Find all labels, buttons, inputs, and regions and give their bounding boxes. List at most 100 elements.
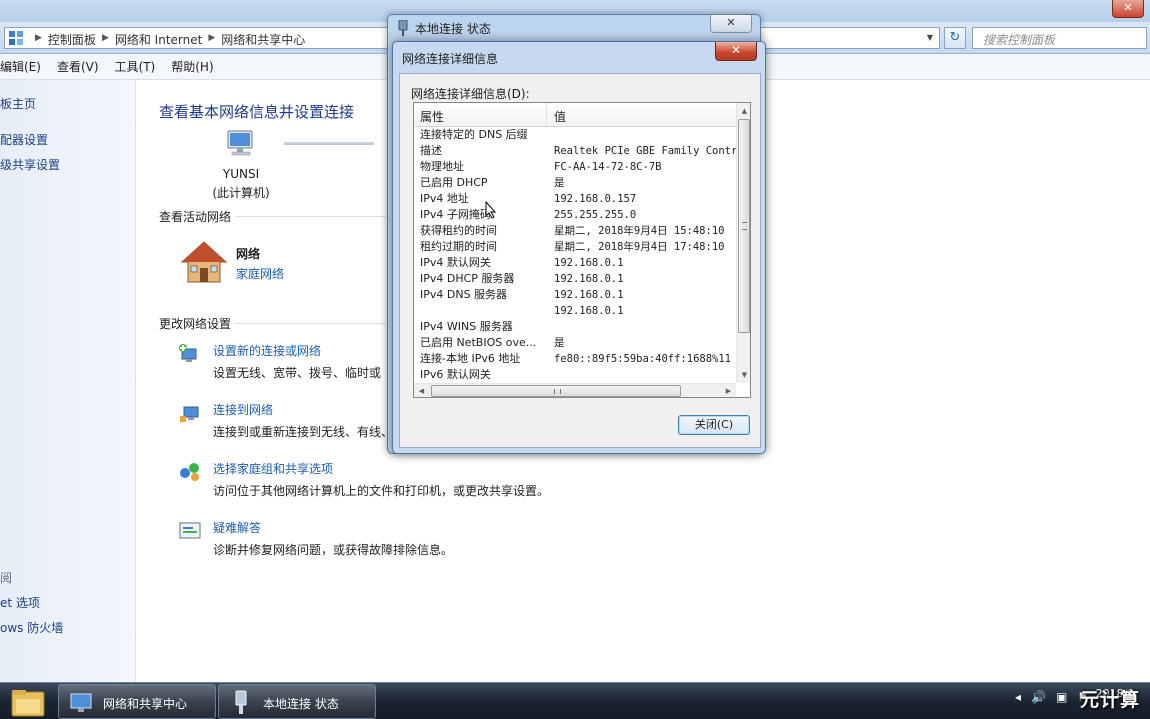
row-property: IPv4 默认网关 [420, 256, 491, 269]
table-row[interactable]: 获得租约的时间 星期二, 2018年9月4日 15:48:10 [414, 223, 736, 239]
tray-arrow-icon[interactable]: ◂ [1015, 690, 1021, 704]
row-property: IPv6 默认网关 [420, 368, 491, 379]
task-connect-network-link[interactable]: 连接到网络 [213, 401, 273, 418]
list-header: 属性 值 [414, 103, 736, 127]
task-homegroup-desc: 访问位于其他网络计算机上的文件和打印机，或更改共享设置。 [213, 484, 550, 498]
task-setup-connection-link[interactable]: 设置新的连接或网络 [213, 342, 321, 359]
menu-view[interactable]: 查看(V) [57, 58, 99, 75]
row-property: IPv4 DHCP 服务器 [420, 272, 515, 285]
row-property: 已启用 NetBIOS ove... [420, 336, 537, 349]
vertical-scroll-thumb[interactable] [738, 119, 750, 333]
row-property: 连接特定的 DNS 后缀 [420, 128, 528, 141]
taskbar-button-local-connection[interactable]: 本地连接 状态 [218, 684, 376, 719]
network-tray-icon[interactable]: ▣ [1056, 690, 1067, 704]
scroll-right-icon[interactable]: ▶ [721, 384, 736, 397]
breadcrumb-separator-icon: ▶ [208, 33, 216, 43]
task-homegroup-link[interactable]: 选择家庭组和共享选项 [213, 460, 333, 477]
scroll-up-icon[interactable]: ▲ [737, 103, 750, 119]
table-row[interactable]: 192.168.0.1 [414, 303, 736, 319]
homegroup-icon [180, 463, 199, 481]
address-dropdown-icon[interactable]: ▼ [923, 30, 937, 46]
breadcrumb-item[interactable]: 控制面板 [48, 31, 96, 48]
row-value: 是 [554, 337, 565, 349]
table-row[interactable]: 已启用 DHCP 是 [414, 175, 736, 191]
row-value: 192.168.0.1 [554, 273, 624, 285]
status-dialog-title: 本地连接 状态 [415, 22, 491, 36]
horizontal-scrollbar[interactable]: ◀ ▶ [414, 383, 736, 397]
row-property: IPv4 地址 [420, 192, 469, 205]
mouse-cursor-icon [485, 201, 497, 219]
table-row[interactable]: IPv4 WINS 服务器 [414, 319, 736, 335]
computer-icon[interactable] [224, 130, 258, 158]
volume-icon[interactable]: 🔊 [1031, 690, 1046, 704]
row-property: IPv4 WINS 服务器 [420, 320, 513, 333]
network-type-link[interactable]: 家庭网络 [236, 265, 284, 282]
vertical-scrollbar[interactable]: ▲ ▼ [736, 103, 750, 383]
network-adapter-icon [398, 20, 408, 36]
sidebar-see-also-heading: 阅 [0, 571, 13, 585]
row-value: 192.168.0.1 [554, 257, 624, 269]
table-row[interactable]: 连接特定的 DNS 后缀 [414, 127, 736, 143]
horizontal-scroll-thumb[interactable] [431, 385, 681, 397]
close-button[interactable]: 关闭(C) [678, 415, 750, 435]
scroll-down-icon[interactable]: ▼ [737, 367, 750, 383]
table-row[interactable]: 租约过期的时间 星期二, 2018年9月4日 17:48:10 [414, 239, 736, 255]
control-panel-icon [9, 31, 23, 45]
details-dialog-title: 网络连接详细信息 [402, 52, 499, 66]
new-connection-icon [179, 344, 197, 362]
computer-name: YUNSI [222, 167, 260, 181]
menu-help[interactable]: 帮助(H) [171, 58, 213, 75]
connect-network-icon [180, 406, 199, 422]
row-value: 是 [554, 177, 565, 189]
table-row[interactable]: 物理地址 FC-AA-14-72-8C-7B [414, 159, 736, 175]
row-property: 物理地址 [420, 160, 464, 173]
network-adapter-icon [235, 690, 247, 714]
details-dialog-body: 网络连接详细信息(D): 属性 值 连接特定的 DNS 后缀描述 Realtek … [399, 73, 761, 448]
search-input[interactable]: 搜索控制面板 [972, 27, 1147, 49]
menu-edit[interactable]: 编辑(E) [0, 58, 41, 75]
sidebar-item-internet-options[interactable]: et 选项 [0, 594, 40, 611]
details-list-label: 网络连接详细信息(D): [411, 87, 530, 101]
sidebar-item-advanced-sharing[interactable]: 级共享设置 [0, 156, 60, 173]
active-networks-heading: 查看活动网络 [159, 210, 232, 224]
sidebar-item-home[interactable]: 板主页 [0, 95, 36, 112]
table-row[interactable]: IPv4 子网掩码 255.255.255.0 [414, 207, 736, 223]
table-row[interactable]: IPv4 DHCP 服务器 192.168.0.1 [414, 271, 736, 287]
refresh-button[interactable]: ↻ [944, 27, 966, 49]
table-row[interactable]: IPv4 默认网关 192.168.0.1 [414, 255, 736, 271]
explorer-close-button[interactable]: ✕ [1112, 0, 1144, 18]
connection-line [284, 142, 374, 145]
scroll-left-icon[interactable]: ◀ [414, 384, 429, 397]
row-value: 255.255.255.0 [554, 209, 637, 221]
network-center-icon [70, 693, 92, 712]
column-header-value[interactable]: 值 [548, 103, 736, 127]
explorer-folder-icon[interactable] [4, 686, 52, 718]
table-row[interactable]: 描述 Realtek PCIe GBE Family Contro [414, 143, 736, 159]
breadcrumb-item[interactable]: 网络和 Internet [115, 31, 202, 48]
task-troubleshoot-link[interactable]: 疑难解答 [213, 519, 261, 536]
details-list[interactable]: 属性 值 连接特定的 DNS 后缀描述 Realtek PCIe GBE Fami… [413, 102, 751, 398]
row-property: 获得租约的时间 [420, 224, 497, 237]
table-row[interactable]: 连接-本地 IPv6 地址 fe80::89f5:59ba:40ff:1688%1… [414, 351, 736, 367]
breadcrumb-item[interactable]: 网络和共享中心 [221, 31, 305, 48]
breadcrumb-separator-icon: ▶ [35, 33, 42, 43]
column-header-property[interactable]: 属性 [414, 103, 547, 127]
system-tray: ◂ 🔊 ▣ ⚑ [1015, 690, 1088, 704]
troubleshoot-icon [179, 522, 201, 539]
table-row[interactable]: 已启用 NetBIOS ove... 是 [414, 335, 736, 351]
table-row[interactable]: IPv4 DNS 服务器 192.168.0.1 [414, 287, 736, 303]
table-row[interactable]: IPv4 地址 192.168.0.157 [414, 191, 736, 207]
details-dialog-close-button[interactable]: ✕ [715, 42, 757, 61]
table-row[interactable]: IPv6 默认网关 [414, 367, 736, 379]
row-value: FC-AA-14-72-8C-7B [554, 161, 662, 173]
breadcrumb: ▶ 控制面板 ▶ 网络和 Internet ▶ 网络和共享中心 [35, 31, 305, 48]
taskbar-button-label: 本地连接 状态 [263, 697, 339, 711]
details-dialog: 网络连接详细信息 ✕ 网络连接详细信息(D): 属性 值 连接特定的 DNS 后… [392, 41, 766, 454]
sidebar-item-adapter-settings[interactable]: 配器设置 [0, 131, 48, 148]
menu-tools[interactable]: 工具(T) [115, 58, 156, 75]
taskbar-button-network-center[interactable]: 网络和共享中心 [58, 684, 216, 719]
status-dialog-close-button[interactable]: ✕ [710, 15, 752, 33]
row-value: 192.168.0.157 [554, 193, 637, 205]
divider [236, 323, 386, 324]
sidebar-item-firewall[interactable]: ows 防火墙 [0, 619, 63, 636]
